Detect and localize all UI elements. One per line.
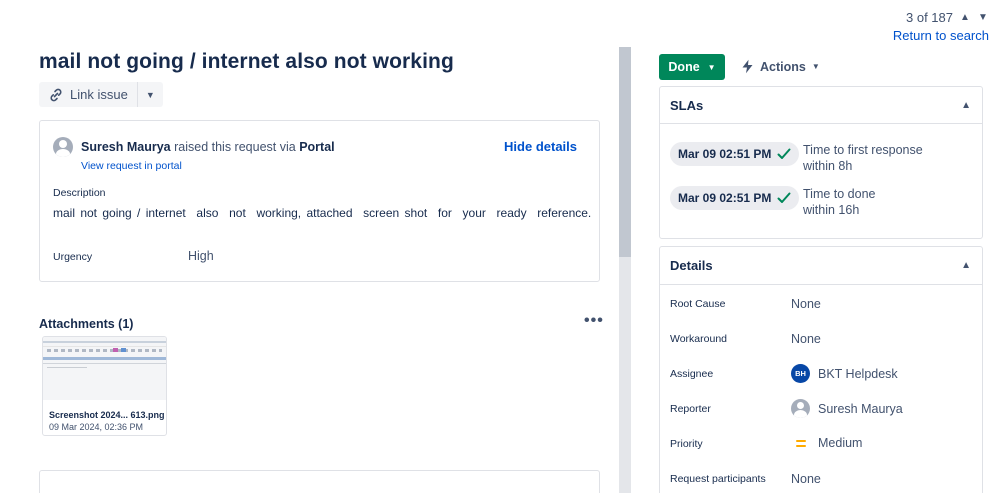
link-issue-dropdown-button[interactable]: ▼ — [136, 82, 163, 107]
slas-panel: SLAs ▲ Mar 09 02:51 PM Time to first res… — [659, 86, 983, 239]
sla-description: Time to done within 16h — [803, 186, 876, 218]
workaround-value[interactable]: None — [791, 332, 821, 346]
page-title[interactable]: mail not going / internet also not worki… — [39, 50, 454, 74]
chevron-up-icon[interactable]: ▲ — [959, 12, 971, 23]
attachment-thumbnail[interactable]: Screenshot 2024... 613.png 09 Mar 2024, … — [42, 336, 167, 436]
actions-label: Actions — [760, 59, 806, 74]
screenshot-preview — [43, 337, 166, 400]
assignee-value[interactable]: BH BKT Helpdesk — [791, 364, 898, 383]
reporter-avatar — [791, 399, 810, 418]
chevron-down-icon: ▼ — [811, 62, 820, 71]
checkmark-icon — [777, 192, 791, 203]
description-text[interactable]: mail not going / internet also not worki… — [53, 206, 591, 220]
reporter-value[interactable]: Suresh Maurya — [791, 399, 903, 418]
assignee-avatar: BH — [791, 364, 810, 383]
attachments-more-button[interactable]: ••• — [584, 312, 604, 330]
checkmark-icon — [777, 148, 791, 159]
chevron-up-icon[interactable]: ▲ — [961, 260, 971, 271]
request-channel: Portal — [299, 140, 335, 154]
description-label: Description — [53, 187, 106, 199]
sla-time: Mar 09 02:51 PM — [678, 147, 772, 161]
details-title: Details — [670, 258, 713, 273]
raised-phrase: raised this request via — [174, 140, 296, 154]
request-participants-label: Request participants — [670, 473, 766, 485]
view-request-in-portal-link[interactable]: View request in portal — [81, 160, 182, 172]
request-details-card: Suresh Maurya raised this request via Po… — [39, 120, 600, 282]
assignee-name: BKT Helpdesk — [818, 366, 898, 381]
sla-name: Time to first response — [803, 143, 923, 157]
chevron-down-icon[interactable]: ▼ — [977, 12, 989, 23]
reporter-label: Reporter — [670, 403, 711, 415]
reporter-name: Suresh Maurya — [818, 401, 903, 416]
chevron-down-icon: ▼ — [707, 62, 716, 72]
link-issue-button[interactable]: Link issue — [39, 82, 137, 107]
sla-time: Mar 09 02:51 PM — [678, 191, 772, 205]
urgency-label: Urgency — [53, 251, 93, 263]
chevron-up-icon[interactable]: ▲ — [961, 100, 971, 111]
priority-label: Priority — [670, 438, 703, 450]
sla-time-pill: Mar 09 02:51 PM — [670, 186, 800, 210]
attachment-name: Screenshot 2024... 613.png — [49, 410, 165, 420]
priority-medium-icon — [791, 439, 810, 447]
slas-header[interactable]: SLAs ▲ — [660, 87, 982, 124]
sla-target: within 16h — [803, 203, 860, 217]
raised-by-text: Suresh Maurya raised this request via Po… — [81, 140, 335, 154]
attachment-date: 09 Mar 2024, 02:36 PM — [49, 422, 144, 432]
assignee-label: Assignee — [670, 368, 714, 380]
workaround-label: Workaround — [670, 333, 728, 345]
link-icon — [50, 88, 62, 101]
priority-name: Medium — [818, 436, 863, 450]
status-label: Done — [668, 60, 700, 74]
request-participants-value[interactable]: None — [791, 472, 821, 486]
scrollbar-thumb[interactable] — [619, 47, 631, 257]
return-to-search-link[interactable]: Return to search — [893, 28, 989, 43]
chevron-down-icon: ▼ — [145, 89, 155, 100]
pager-position: 3 of 187 — [906, 10, 953, 25]
details-panel: Details ▲ Root Cause None Workaround Non… — [659, 246, 983, 493]
requester-name[interactable]: Suresh Maurya — [81, 140, 171, 154]
attachments-title: Attachments (1) — [39, 317, 134, 331]
root-cause-label: Root Cause — [670, 298, 726, 310]
link-issue-label: Link issue — [70, 87, 128, 102]
sla-target: within 8h — [803, 159, 853, 173]
issue-pager: 3 of 187 ▲ ▼ Return to search — [893, 10, 989, 43]
lightning-icon — [742, 59, 753, 74]
link-issue-group: Link issue ▼ — [39, 82, 163, 107]
priority-value[interactable]: Medium — [791, 436, 862, 450]
sla-name: Time to done — [803, 187, 876, 201]
root-cause-value[interactable]: None — [791, 297, 821, 311]
sla-time-pill: Mar 09 02:51 PM — [670, 142, 800, 166]
actions-button[interactable]: Actions ▼ — [741, 59, 820, 74]
sla-description: Time to first response within 8h — [803, 142, 923, 174]
status-done-button[interactable]: Done ▼ — [659, 54, 725, 80]
details-header[interactable]: Details ▲ — [660, 247, 982, 285]
urgency-value[interactable]: High — [188, 249, 214, 263]
slas-title: SLAs — [670, 97, 704, 113]
requester-avatar — [53, 137, 73, 157]
hide-details-button[interactable]: Hide details — [504, 139, 577, 154]
activity-card — [39, 470, 600, 493]
